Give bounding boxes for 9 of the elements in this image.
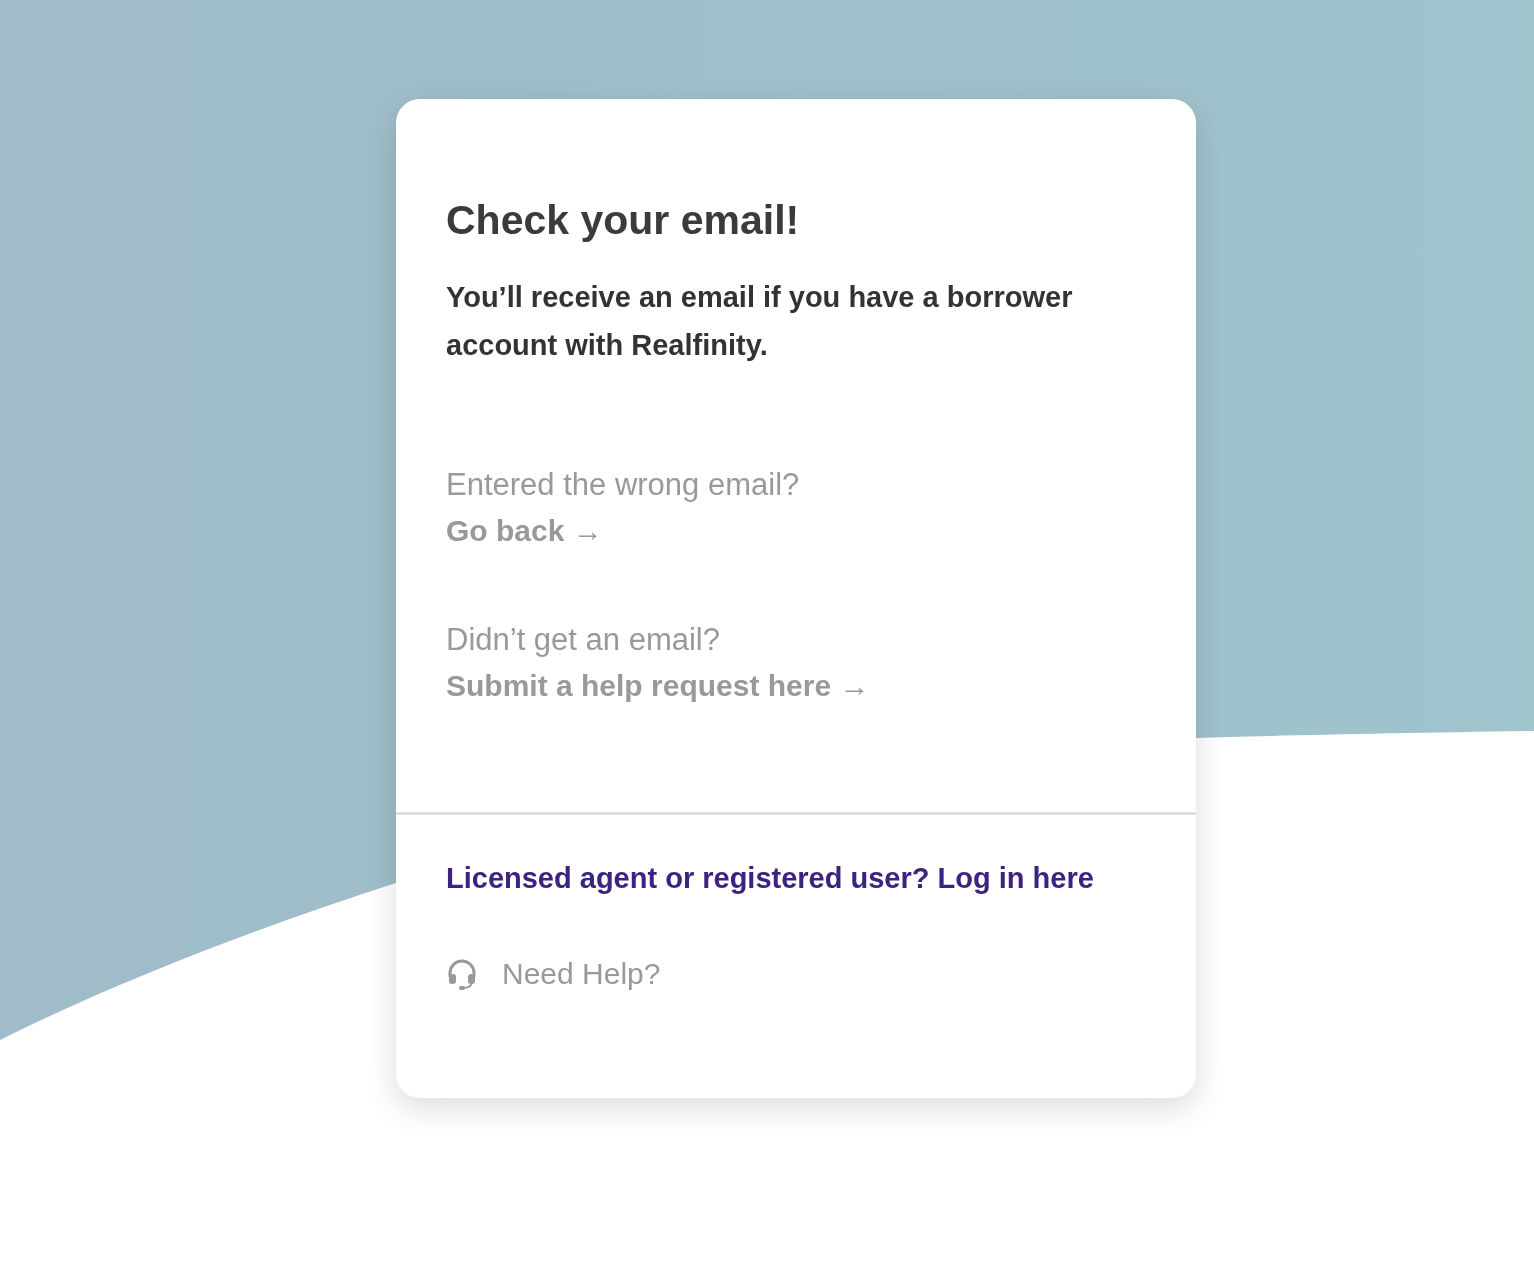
need-help-link[interactable]: Need Help? [446, 954, 661, 994]
text-link[interactable]: Go back → [446, 508, 603, 554]
page-title: Check your email! [446, 197, 800, 243]
question-text: Didn’t get an email? [446, 621, 720, 659]
text-link[interactable]: Submit a help request here → [446, 663, 870, 709]
login-link[interactable]: Licensed agent or registered user? Log in here [446, 858, 1094, 898]
message-text: You’ll receive an email if you have a borrower account with Realfinity. [446, 280, 1074, 363]
question-text: Entered the wrong email? [446, 466, 800, 504]
headset-icon [446, 958, 478, 990]
